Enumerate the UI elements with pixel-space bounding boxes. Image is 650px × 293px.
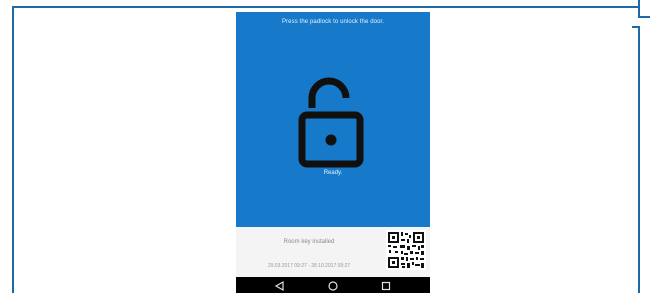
home-button[interactable] [326,279,340,291]
recents-square-icon [381,281,391,291]
lock-status: Ready. [323,170,343,176]
padlock-unlocked-icon [298,77,364,168]
back-button[interactable] [273,279,287,292]
frame-border-left [12,6,14,293]
frame-border-right-tab [632,26,640,28]
unlock-instruction: Press the padlock to unlock the door. [281,19,385,25]
phone-screen: Press the padlock to unlock the door. Re… [236,12,430,293]
key-validity-period: 29.03.2017 09:27 - 28.10.2017 09:27 [267,263,351,269]
padlock-button[interactable] [298,74,370,170]
room-key-status: Room key installed [283,239,335,245]
qr-code-icon[interactable] [386,230,426,270]
back-triangle-icon [274,280,284,292]
frame-border-right [638,26,640,293]
key-info-panel: Room key installed 29.03.2017 09:27 - 28… [236,227,430,277]
frame-border-tab [638,16,650,18]
android-nav-bar [236,277,430,293]
recents-button[interactable] [379,279,393,291]
frame-border-top [12,6,638,8]
home-circle-icon [328,281,338,291]
